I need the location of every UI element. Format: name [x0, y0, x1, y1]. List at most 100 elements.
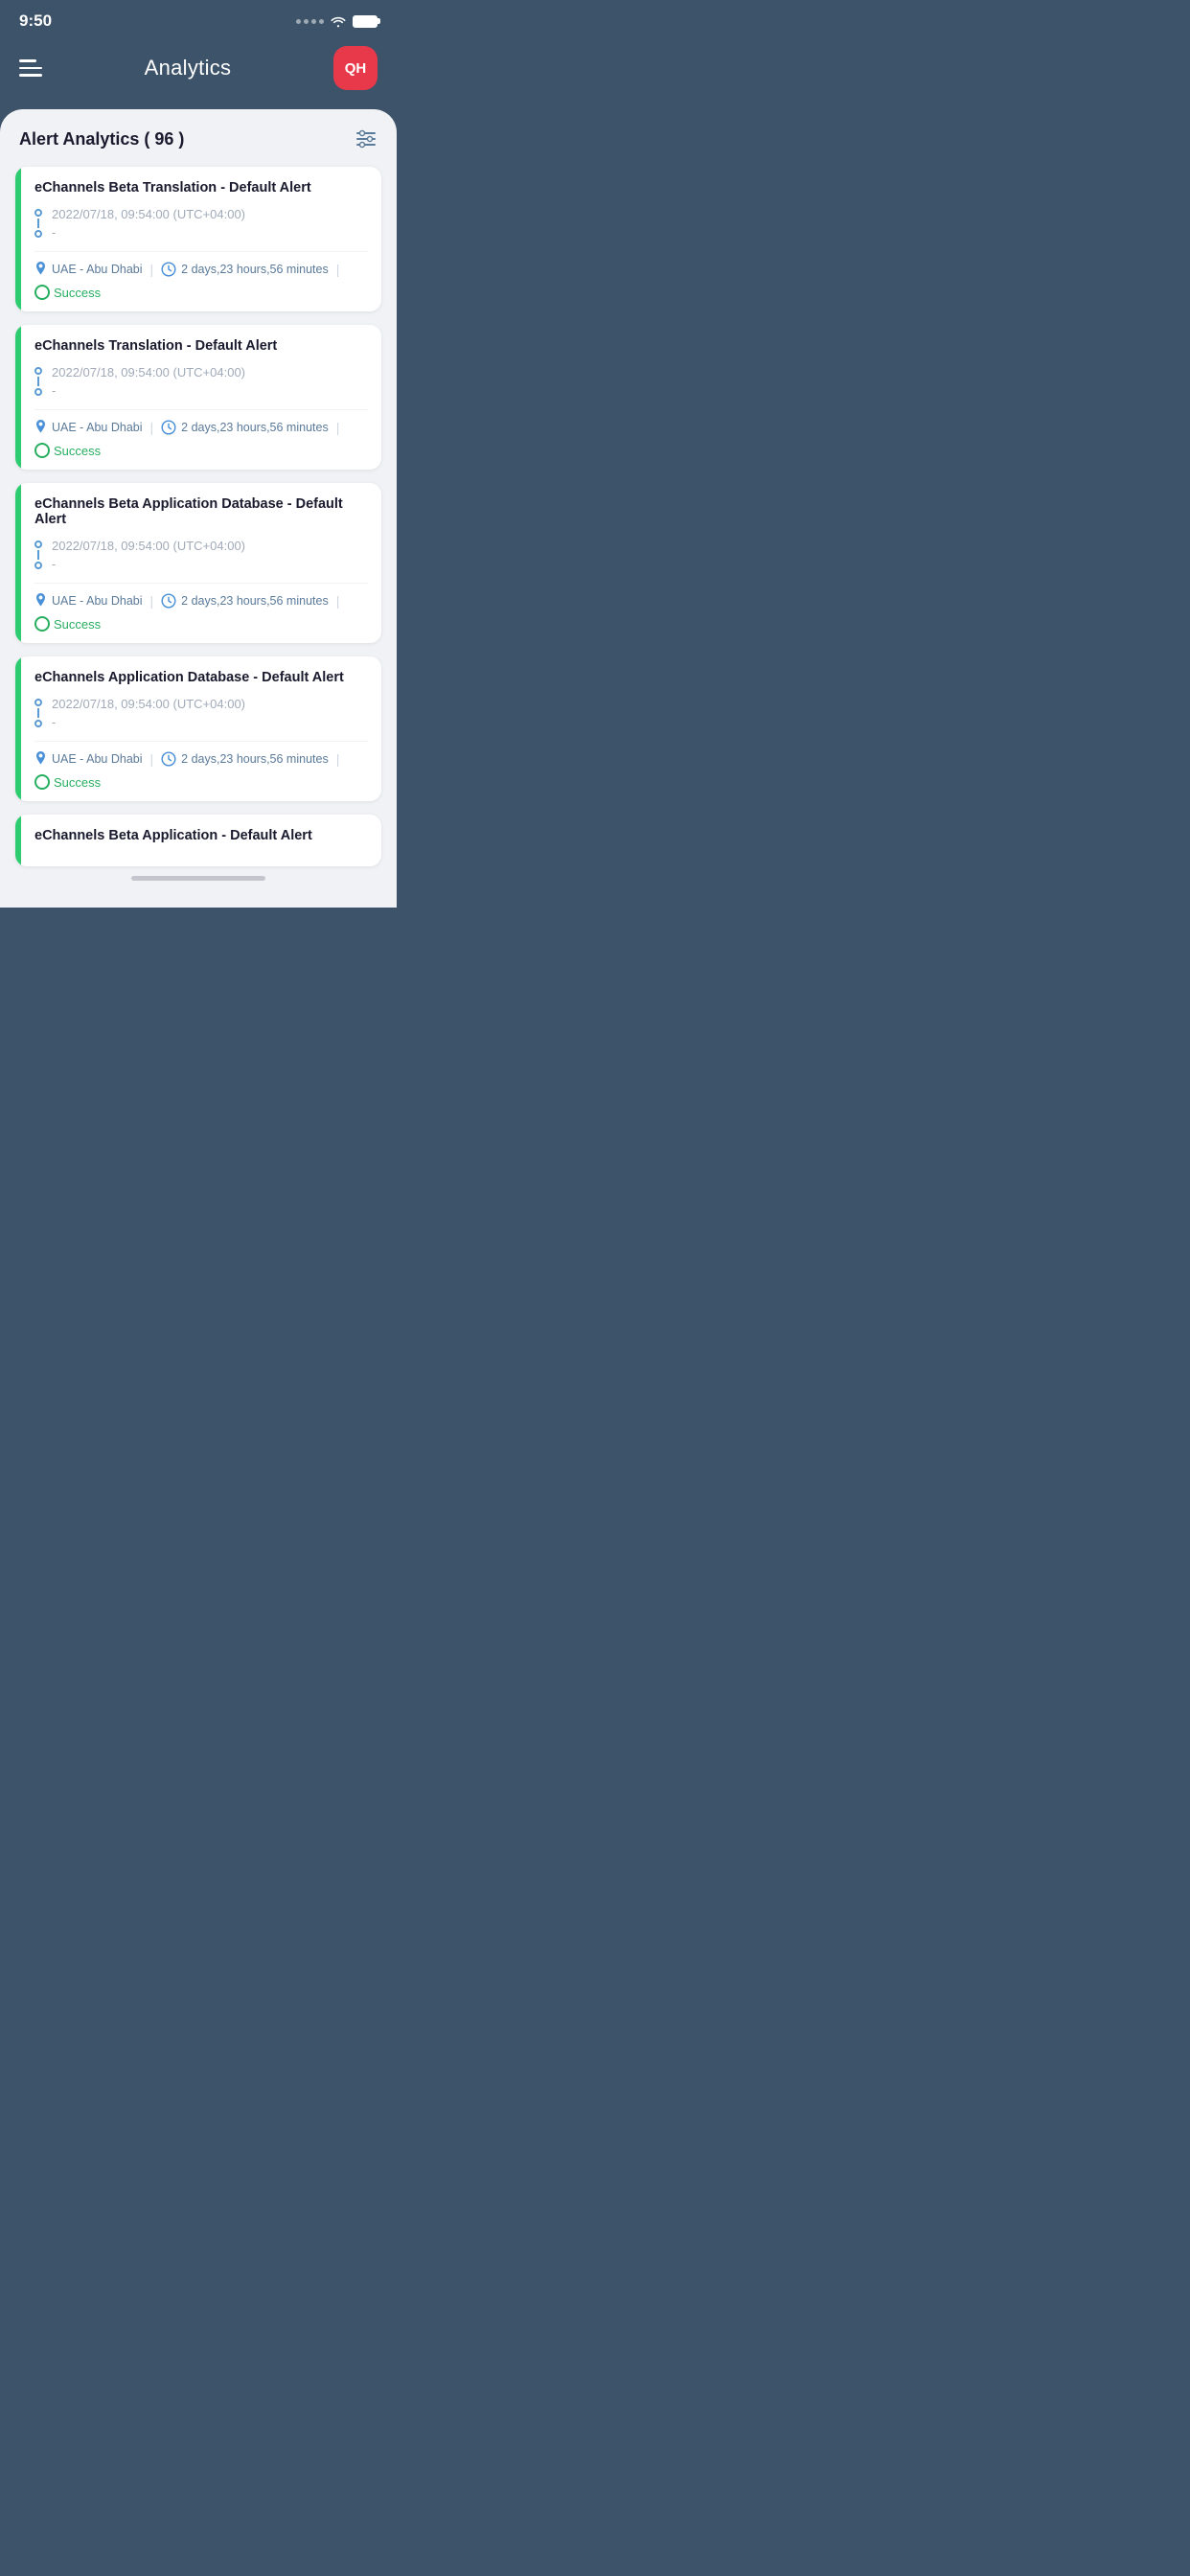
status-badge: Success [34, 285, 101, 300]
card-footer: UAE - Abu Dhabi | 2 days,23 hours,56 min… [34, 583, 368, 632]
status-circle-icon [34, 616, 50, 632]
card-title: eChannels Beta Application - Default Ale… [34, 828, 368, 843]
status-badge: Success [34, 616, 101, 632]
location-text: UAE - Abu Dhabi [52, 594, 143, 608]
battery-icon [353, 15, 378, 28]
timeline-end-date: - [52, 383, 368, 398]
divider-2: | [336, 262, 340, 277]
alert-card-2[interactable]: eChannels Translation - Default Alert 20… [15, 325, 381, 470]
card-title: eChannels Beta Application Database - De… [34, 496, 368, 527]
timeline-dots [34, 207, 42, 238]
location-item: UAE - Abu Dhabi [34, 420, 143, 435]
card-footer: UAE - Abu Dhabi | 2 days,23 hours,56 min… [34, 741, 368, 790]
timeline-line [37, 550, 39, 560]
timeline-dot-start [34, 699, 42, 706]
location-icon [34, 593, 47, 609]
status-icons [296, 14, 378, 28]
timeline-info: 2022/07/18, 09:54:00 (UTC+04:00) - [52, 697, 368, 729]
card-title: eChannels Application Database - Default… [34, 670, 368, 685]
divider-1: | [150, 751, 154, 767]
location-text: UAE - Abu Dhabi [52, 263, 143, 276]
status-circle-icon [34, 774, 50, 790]
timeline-dot-start [34, 367, 42, 375]
timeline-line [37, 708, 39, 718]
location-icon [34, 420, 47, 435]
page-title: Analytics [145, 56, 232, 80]
divider-1: | [150, 262, 154, 277]
filter-button[interactable] [355, 128, 378, 150]
duration-item: 2 days,23 hours,56 minutes [161, 420, 329, 435]
status-badge: Success [34, 443, 101, 458]
timeline: 2022/07/18, 09:54:00 (UTC+04:00) - [34, 539, 368, 571]
timeline-dot-end [34, 720, 42, 727]
card-body: eChannels Application Database - Default… [21, 656, 381, 801]
duration-item: 2 days,23 hours,56 minutes [161, 593, 329, 609]
alert-card-partial[interactable]: eChannels Beta Application - Default Ale… [15, 815, 381, 866]
timeline-start-date: 2022/07/18, 09:54:00 (UTC+04:00) [52, 365, 368, 380]
alert-card-3[interactable]: eChannels Beta Application Database - De… [15, 483, 381, 643]
status-circle-icon [34, 285, 50, 300]
status-text: Success [54, 444, 101, 458]
divider-2: | [336, 751, 340, 767]
card-body: eChannels Translation - Default Alert 20… [21, 325, 381, 470]
duration-text: 2 days,23 hours,56 minutes [181, 752, 329, 766]
location-text: UAE - Abu Dhabi [52, 421, 143, 434]
timeline-info: 2022/07/18, 09:54:00 (UTC+04:00) - [52, 365, 368, 398]
timeline-dot-start [34, 209, 42, 217]
timeline: 2022/07/18, 09:54:00 (UTC+04:00) - [34, 365, 368, 398]
timeline-end-date: - [52, 557, 368, 571]
location-icon [34, 262, 47, 277]
timeline-dots [34, 697, 42, 727]
timeline-info: 2022/07/18, 09:54:00 (UTC+04:00) - [52, 207, 368, 240]
avatar-button[interactable]: QH [333, 46, 378, 90]
timeline-line [37, 218, 39, 228]
timeline-start-date: 2022/07/18, 09:54:00 (UTC+04:00) [52, 539, 368, 553]
alert-card-4[interactable]: eChannels Application Database - Default… [15, 656, 381, 801]
status-bar: 9:50 [0, 0, 397, 38]
app-header: Analytics QH [0, 38, 397, 109]
card-footer: UAE - Abu Dhabi | 2 days,23 hours,56 min… [34, 409, 368, 458]
home-indicator [131, 876, 265, 881]
card-body: eChannels Beta Translation - Default Ale… [21, 167, 381, 311]
wifi-icon [330, 14, 347, 28]
location-item: UAE - Abu Dhabi [34, 262, 143, 277]
timeline-start-date: 2022/07/18, 09:54:00 (UTC+04:00) [52, 697, 368, 711]
status-time: 9:50 [19, 12, 52, 31]
timeline-info: 2022/07/18, 09:54:00 (UTC+04:00) - [52, 539, 368, 571]
timeline-dot-end [34, 230, 42, 238]
duration-text: 2 days,23 hours,56 minutes [181, 421, 329, 434]
timeline-dots [34, 539, 42, 569]
timeline-start-date: 2022/07/18, 09:54:00 (UTC+04:00) [52, 207, 368, 221]
timeline-dot-start [34, 540, 42, 548]
divider-1: | [150, 593, 154, 609]
timeline-end-date: - [52, 715, 368, 729]
card-title: eChannels Translation - Default Alert [34, 338, 368, 354]
signal-dots-icon [296, 19, 324, 24]
timeline-dots [34, 365, 42, 396]
status-text: Success [54, 775, 101, 790]
location-icon [34, 751, 47, 767]
timeline-end-date: - [52, 225, 368, 240]
duration-text: 2 days,23 hours,56 minutes [181, 594, 329, 608]
card-body: eChannels Beta Application Database - De… [21, 483, 381, 643]
duration-text: 2 days,23 hours,56 minutes [181, 263, 329, 276]
status-text: Success [54, 617, 101, 632]
menu-button[interactable] [19, 59, 42, 77]
timeline-dot-end [34, 562, 42, 569]
timeline-dot-end [34, 388, 42, 396]
clock-icon [161, 262, 176, 277]
card-footer: UAE - Abu Dhabi | 2 days,23 hours,56 min… [34, 251, 368, 300]
card-title: eChannels Beta Translation - Default Ale… [34, 180, 368, 196]
alert-card-1[interactable]: eChannels Beta Translation - Default Ale… [15, 167, 381, 311]
main-content: Alert Analytics ( 96 ) eChannels Beta Tr… [0, 109, 397, 908]
duration-item: 2 days,23 hours,56 minutes [161, 751, 329, 767]
timeline: 2022/07/18, 09:54:00 (UTC+04:00) - [34, 697, 368, 729]
divider-2: | [336, 593, 340, 609]
clock-icon [161, 593, 176, 609]
clock-icon [161, 420, 176, 435]
status-badge: Success [34, 774, 101, 790]
location-text: UAE - Abu Dhabi [52, 752, 143, 766]
clock-icon [161, 751, 176, 767]
divider-1: | [150, 420, 154, 435]
alert-analytics-title: Alert Analytics ( 96 ) [19, 129, 184, 150]
